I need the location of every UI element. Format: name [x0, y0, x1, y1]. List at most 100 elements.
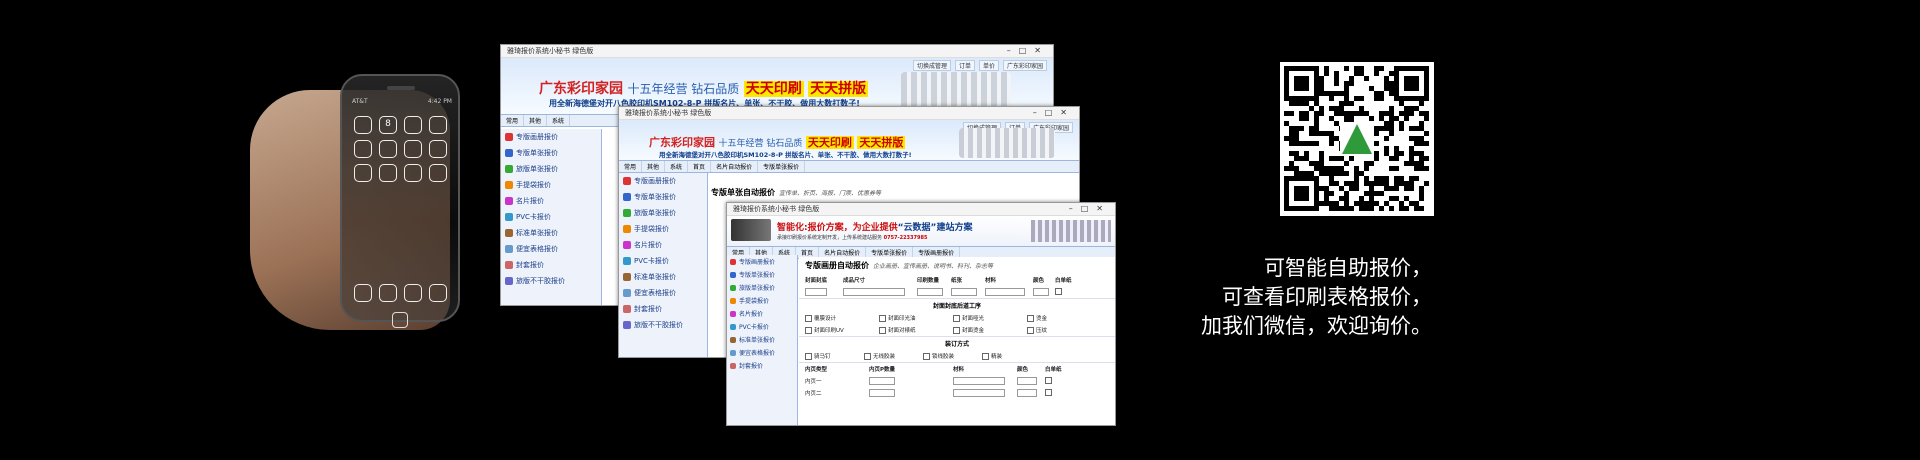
- option-label: 骑马钉: [814, 354, 831, 360]
- sidebar-item[interactable]: 手提袋报价: [727, 294, 797, 307]
- binding-checkbox[interactable]: [864, 353, 871, 360]
- tab-card-quote[interactable]: 名片自动报价: [711, 161, 759, 172]
- sidebar-item[interactable]: 名片报价: [619, 237, 707, 253]
- sidebar-item[interactable]: 手提袋报价: [619, 221, 707, 237]
- caption-line-2: 可查看印刷表格报价，: [1222, 285, 1432, 309]
- close-icon[interactable]: ✕: [1034, 46, 1049, 55]
- banner-highlight-1: 天天印刷: [743, 81, 804, 97]
- tab-other[interactable]: 其他: [524, 115, 548, 126]
- inner-header-row: 内页类型 内页P数量 材料 颜色 白单纸: [799, 362, 1115, 375]
- price-link[interactable]: 单价: [978, 60, 999, 71]
- option-checkbox[interactable]: [805, 327, 812, 334]
- site-link[interactable]: 广东彩印家园: [1002, 60, 1047, 71]
- tab-other[interactable]: 其他: [642, 161, 666, 172]
- inner-color-select[interactable]: [1017, 389, 1037, 397]
- option-checkbox[interactable]: [953, 315, 960, 322]
- tab-common[interactable]: 常用: [619, 161, 643, 172]
- pages-input[interactable]: [869, 377, 895, 385]
- sidebar-item[interactable]: 专版画册报价: [619, 173, 707, 189]
- inner-blank-checkbox[interactable]: [1045, 389, 1052, 396]
- sidebar-item-label: 手提袋报价: [516, 181, 551, 189]
- sidebar: 专版画册报价 专版单张报价 旅版单张报价 手提袋报价 名片报价 PVC卡报价 标…: [619, 173, 708, 357]
- inner-color-select[interactable]: [1017, 377, 1037, 385]
- form-header-row: 封面封底 成品尺寸 印刷数量 纸张 材料 颜色 白单纸: [799, 274, 1115, 286]
- option-checkbox[interactable]: [953, 327, 960, 334]
- option-checkbox[interactable]: [805, 315, 812, 322]
- inner-blank-checkbox[interactable]: [1045, 377, 1052, 384]
- tab-home[interactable]: 首页: [688, 161, 712, 172]
- sidebar-item[interactable]: 专版画册报价: [727, 255, 797, 268]
- paper-select[interactable]: [951, 288, 977, 296]
- sidebar-item[interactable]: 旅版单张报价: [619, 205, 707, 221]
- sidebar-item[interactable]: PVC卡报价: [501, 209, 601, 225]
- tab-system[interactable]: 系统: [547, 115, 571, 126]
- material-select[interactable]: [985, 288, 1025, 296]
- minimize-icon[interactable]: –: [1033, 108, 1045, 117]
- sidebar-item-label: PVC卡报价: [739, 324, 769, 331]
- inner-material-select[interactable]: [953, 377, 1005, 385]
- sidebar-item[interactable]: 封套报价: [619, 301, 707, 317]
- sidebar-item[interactable]: 手提袋报价: [501, 177, 601, 193]
- sidebar-item[interactable]: 封套报价: [501, 257, 601, 273]
- maximize-icon[interactable]: □: [1081, 204, 1097, 213]
- sidebar-item[interactable]: 标准单张报价: [727, 333, 797, 346]
- sidebar-item[interactable]: 便宜表格报价: [727, 346, 797, 359]
- minimize-icon[interactable]: –: [1007, 46, 1019, 55]
- content-title: 专版画册自动报价 企业画册、宣传画册、说明书、科刊、杂志等: [799, 257, 1115, 274]
- col-blank: 白单纸: [1055, 278, 1072, 284]
- sidebar-item[interactable]: 专版单张报价: [501, 145, 601, 161]
- banner-tagline: 十五年经营 钻石品质: [718, 139, 803, 149]
- tab-system[interactable]: 系统: [665, 161, 689, 172]
- sidebar-item-label: 专版单张报价: [516, 149, 558, 157]
- sidebar-item[interactable]: 专版单张报价: [727, 268, 797, 281]
- sidebar-item[interactable]: 封套报价: [727, 359, 797, 372]
- sidebar-item[interactable]: 专版单张报价: [619, 189, 707, 205]
- sidebar-item-label: 专版单张报价: [739, 272, 776, 279]
- qty-input[interactable]: [917, 288, 943, 296]
- sidebar-item[interactable]: 名片报价: [501, 193, 601, 209]
- sidebar-item[interactable]: 名片报价: [727, 307, 797, 320]
- sidebar-item[interactable]: 便宜表格报价: [501, 241, 601, 257]
- slogan-sub: 承接印刷报价系统定制开发，上传系统建站服务: [777, 235, 883, 241]
- sidebar-item-label: 旅版单张报价: [634, 209, 676, 217]
- binding-checkbox[interactable]: [805, 353, 812, 360]
- window-titlebar: 雅琦报价系统小秘书 绿色版 –□✕: [619, 107, 1079, 120]
- close-icon[interactable]: ✕: [1096, 204, 1111, 213]
- maximize-icon[interactable]: □: [1019, 46, 1035, 55]
- inner-material-select[interactable]: [953, 389, 1005, 397]
- sidebar-item[interactable]: 旅版不干胶报价: [501, 273, 601, 289]
- sidebar-item[interactable]: 旅版不干胶报价: [619, 317, 707, 333]
- sidebar-item[interactable]: 便宜表格报价: [619, 285, 707, 301]
- option-checkbox[interactable]: [1027, 315, 1034, 322]
- option-checkbox[interactable]: [879, 327, 886, 334]
- switch-admin-link[interactable]: 切换成管理: [912, 60, 951, 71]
- sidebar-item[interactable]: 旅版单张报价: [727, 281, 797, 294]
- card-icon: [505, 197, 513, 205]
- sidebar-item[interactable]: 标准单张报价: [619, 269, 707, 285]
- quote-title: 专版画册自动报价: [805, 261, 869, 270]
- blank-checkbox[interactable]: [1055, 288, 1062, 295]
- order-link[interactable]: 订单: [954, 60, 975, 71]
- cover-select[interactable]: [805, 288, 827, 296]
- binding-checkbox[interactable]: [923, 353, 930, 360]
- pages-input[interactable]: [869, 389, 895, 397]
- tab-single-quote[interactable]: 专版单张报价: [758, 161, 806, 172]
- sidebar-item[interactable]: 旅版单张报价: [501, 161, 601, 177]
- sidebar-item[interactable]: PVC卡报价: [619, 253, 707, 269]
- sidebar-item-label: 便宜表格报价: [739, 350, 776, 357]
- minimize-icon[interactable]: –: [1069, 204, 1081, 213]
- option-checkbox[interactable]: [1027, 327, 1034, 334]
- close-icon[interactable]: ✕: [1060, 108, 1075, 117]
- sidebar-item[interactable]: 标准单张报价: [501, 225, 601, 241]
- bag-icon: [505, 181, 513, 189]
- sidebar-item[interactable]: 专版画册报价: [501, 129, 601, 145]
- sidebar-item[interactable]: PVC卡报价: [727, 320, 797, 333]
- size-select[interactable]: [843, 288, 905, 296]
- slogan-end: 建站方案: [936, 223, 973, 233]
- binding-checkbox[interactable]: [982, 353, 989, 360]
- color-select[interactable]: [1033, 288, 1049, 296]
- option-checkbox[interactable]: [879, 315, 886, 322]
- tab-common[interactable]: 常用: [501, 115, 525, 126]
- maximize-icon[interactable]: □: [1045, 108, 1061, 117]
- window-title: 雅琦报价系统小秘书 绿色版: [625, 109, 712, 117]
